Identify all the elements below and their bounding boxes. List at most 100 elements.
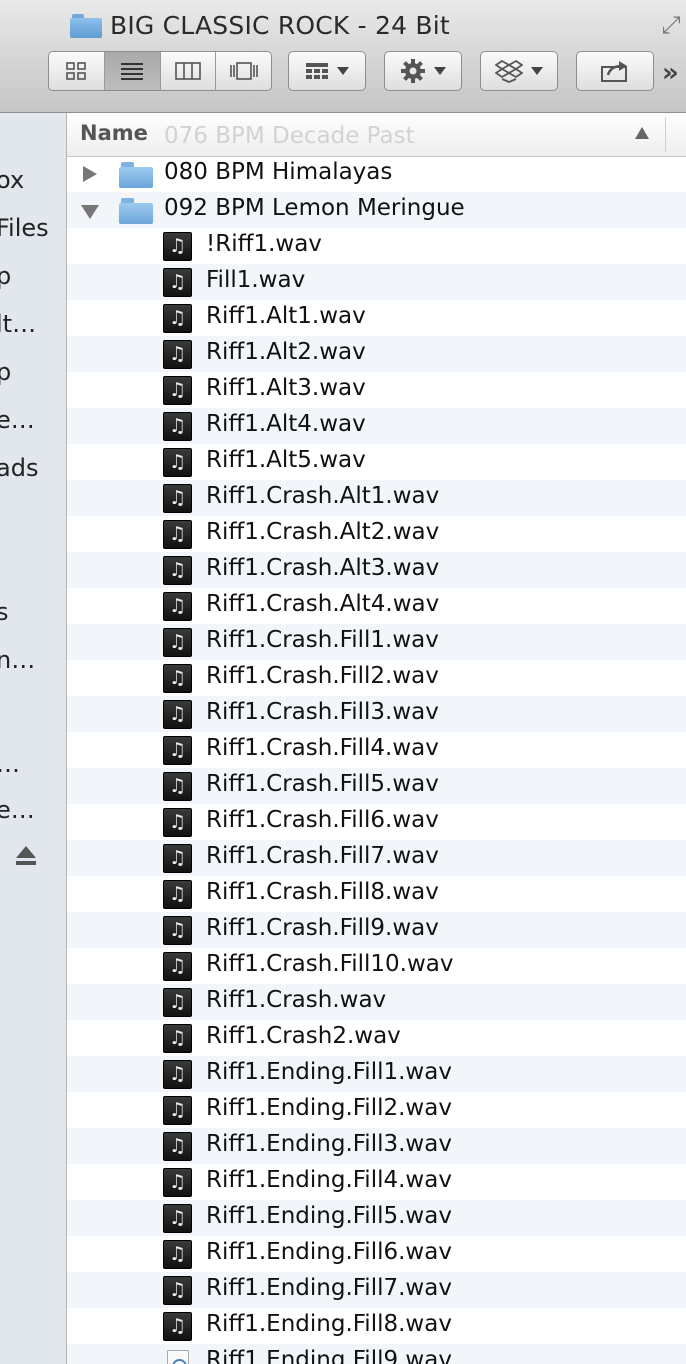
file-row[interactable]: ♫ Riff1.Crash.Alt3.wav <box>67 552 686 588</box>
sidebar-item[interactable]: ox <box>0 166 24 194</box>
file-name: Riff1.Ending.Fill7.wav <box>206 1275 452 1301</box>
coverflow-view-button[interactable] <box>216 52 271 90</box>
file-row[interactable]: ♫ Riff1.Alt1.wav <box>67 300 686 336</box>
disclosure-closed-icon[interactable] <box>83 166 97 182</box>
arrange-icon <box>306 63 328 79</box>
file-name: Riff1.Alt3.wav <box>206 375 366 401</box>
file-row[interactable]: ♫ Fill1.wav <box>67 264 686 300</box>
file-row[interactable]: ♫ Riff1.Ending.Fill7.wav <box>67 1272 686 1308</box>
file-row[interactable]: ♫ Riff1.Ending.Fill5.wav <box>67 1200 686 1236</box>
file-row[interactable]: ♫ Riff1.Alt3.wav <box>67 372 686 408</box>
file-name: Riff1.Crash.Alt3.wav <box>206 555 440 581</box>
sidebar-item[interactable]: … <box>0 750 20 778</box>
folder-row[interactable]: 092 BPM Lemon Meringue <box>67 192 686 228</box>
file-name: Riff1.Alt4.wav <box>206 411 366 437</box>
file-name: Riff1.Crash.Alt2.wav <box>206 519 440 545</box>
column-divider[interactable] <box>665 117 666 152</box>
file-row[interactable]: ♫ Riff1.Crash.Fill6.wav <box>67 804 686 840</box>
coverflow-icon <box>229 62 258 80</box>
sidebar-item[interactable]: Files <box>0 214 49 242</box>
sidebar-item[interactable]: lt… <box>0 310 36 338</box>
audio-file-icon: ♫ <box>163 268 192 297</box>
folder-row[interactable]: 080 BPM Himalayas <box>67 156 686 192</box>
file-row[interactable]: ♫ !Riff1.wav <box>67 228 686 264</box>
sort-ascending-icon[interactable] <box>635 127 649 139</box>
folder-icon <box>119 160 153 188</box>
audio-file-icon: ♫ <box>163 484 192 513</box>
window-title: BIG CLASSIC ROCK - 24 Bit <box>110 10 450 40</box>
file-name: Riff1.Crash.Fill9.wav <box>206 915 439 941</box>
list-icon <box>121 63 144 80</box>
audio-file-icon: ♫ <box>163 700 192 729</box>
audio-file-icon: ♫ <box>163 844 192 873</box>
window-title-bar: BIG CLASSIC ROCK - 24 Bit <box>70 8 450 42</box>
file-row[interactable]: ♫ Riff1.Ending.Fill8.wav <box>67 1308 686 1344</box>
file-row[interactable]: ♫ Riff1.Crash.Fill3.wav <box>67 696 686 732</box>
file-row[interactable]: ♫ Riff1.Ending.Fill6.wav <box>67 1236 686 1272</box>
action-menu-button[interactable] <box>384 51 462 91</box>
sidebar-item[interactable]: p <box>0 358 11 386</box>
file-row[interactable]: ♫ Riff1.Crash.Fill8.wav <box>67 876 686 912</box>
eject-icon[interactable] <box>14 843 38 867</box>
audio-file-icon: ♫ <box>163 376 192 405</box>
audio-file-icon: ♫ <box>163 1168 192 1197</box>
folder-icon <box>70 12 102 38</box>
file-name: Riff1.Crash.Fill7.wav <box>206 843 439 869</box>
file-row[interactable]: ♫ Riff1.Crash.Fill9.wav <box>67 912 686 948</box>
file-row[interactable]: ♫ Riff1.Crash.Fill10.wav <box>67 948 686 984</box>
audio-file-icon: ♫ <box>163 592 192 621</box>
sidebar: ox Files p lt… p e… ads s n… … e… <box>0 113 67 1364</box>
sidebar-item[interactable]: e… <box>0 406 35 434</box>
file-row[interactable]: ♫ Riff1.Ending.Fill2.wav <box>67 1092 686 1128</box>
sidebar-item[interactable]: ads <box>0 454 38 482</box>
file-row[interactable]: Riff1.Ending.Fill9.wav <box>67 1344 686 1364</box>
share-button[interactable] <box>576 51 654 91</box>
file-name: !Riff1.wav <box>206 231 322 257</box>
icon-view-button[interactable] <box>49 52 105 90</box>
list-view-button[interactable] <box>104 52 161 90</box>
chevron-down-icon <box>337 67 349 75</box>
window-toolbar: BIG CLASSIC ROCK - 24 Bit ⤢ » <box>0 0 686 113</box>
sidebar-item[interactable]: n… <box>0 646 35 674</box>
file-row[interactable]: ♫ Riff1.Alt2.wav <box>67 336 686 372</box>
audio-file-icon: ♫ <box>163 1276 192 1305</box>
file-row[interactable]: ♫ Riff1.Ending.Fill1.wav <box>67 1056 686 1092</box>
file-row[interactable]: ♫ Riff1.Crash.Fill2.wav <box>67 660 686 696</box>
name-column-header[interactable]: Name <box>80 121 148 145</box>
audio-file-icon: ♫ <box>163 988 192 1017</box>
chevron-down-icon <box>531 67 543 75</box>
disclosure-open-icon[interactable] <box>81 205 99 219</box>
column-view-button[interactable] <box>160 52 217 90</box>
file-name: Riff1.Alt2.wav <box>206 339 366 365</box>
audio-file-icon: ♫ <box>163 1060 192 1089</box>
file-row[interactable]: ♫ Riff1.Crash.Fill7.wav <box>67 840 686 876</box>
grid-icon <box>66 62 87 80</box>
toolbar-overflow-icon[interactable]: » <box>662 58 679 88</box>
sidebar-item[interactable]: e… <box>0 796 35 824</box>
audio-file-icon: ♫ <box>163 808 192 837</box>
arrange-menu-button[interactable] <box>288 51 366 91</box>
audio-file-icon: ♫ <box>163 304 192 333</box>
file-row[interactable]: ♫ Riff1.Crash2.wav <box>67 1020 686 1056</box>
dropbox-menu-button[interactable] <box>480 51 558 91</box>
file-row[interactable]: ♫ Riff1.Crash.wav <box>67 984 686 1020</box>
fullscreen-icon[interactable]: ⤢ <box>660 12 682 38</box>
file-list: 076 BPM Decade Past Name 080 BPM Himalay… <box>67 113 686 1364</box>
file-row[interactable]: ♫ Riff1.Ending.Fill4.wav <box>67 1164 686 1200</box>
list-header[interactable]: 076 BPM Decade Past Name <box>67 113 686 157</box>
file-row[interactable]: ♫ Riff1.Ending.Fill3.wav <box>67 1128 686 1164</box>
file-row[interactable]: ♫ Riff1.Crash.Alt1.wav <box>67 480 686 516</box>
file-row[interactable]: ♫ Riff1.Alt5.wav <box>67 444 686 480</box>
sidebar-item[interactable]: p <box>0 262 11 290</box>
sidebar-item[interactable]: s <box>0 598 9 626</box>
file-row[interactable]: ♫ Riff1.Crash.Fill4.wav <box>67 732 686 768</box>
file-row[interactable]: ♫ Riff1.Crash.Alt4.wav <box>67 588 686 624</box>
audio-file-icon: ♫ <box>163 1132 192 1161</box>
audio-file-icon: ♫ <box>163 736 192 765</box>
file-row[interactable]: ♫ Riff1.Crash.Fill1.wav <box>67 624 686 660</box>
file-row[interactable]: ♫ Riff1.Crash.Alt2.wav <box>67 516 686 552</box>
audio-file-icon: ♫ <box>163 1204 192 1233</box>
file-row[interactable]: ♫ Riff1.Alt4.wav <box>67 408 686 444</box>
file-row[interactable]: ♫ Riff1.Crash.Fill5.wav <box>67 768 686 804</box>
file-name: Riff1.Ending.Fill8.wav <box>206 1311 452 1337</box>
